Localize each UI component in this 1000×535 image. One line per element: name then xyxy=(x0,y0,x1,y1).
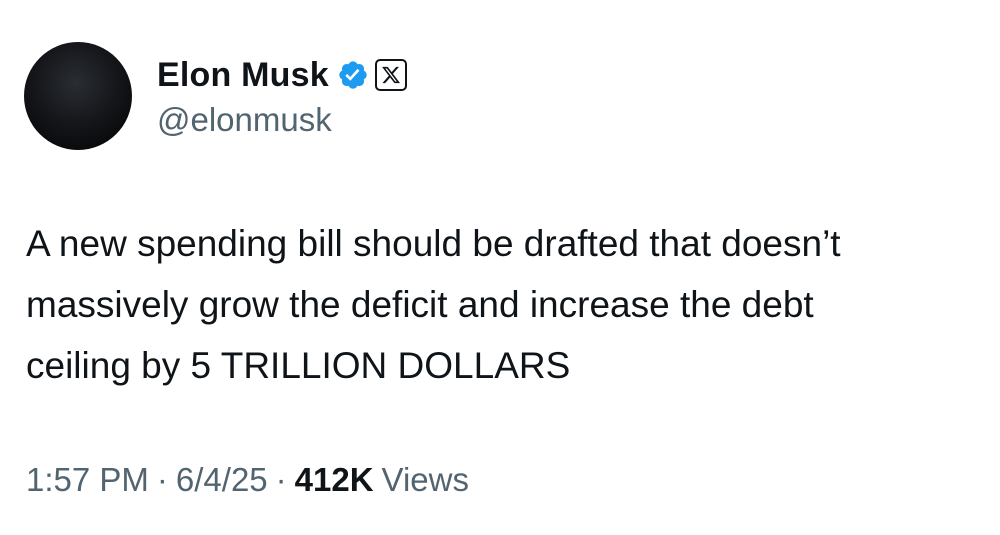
tweet-header: Elon Musk @elonmusk xyxy=(24,42,407,150)
meta-separator: · xyxy=(275,461,287,498)
display-name[interactable]: Elon Musk xyxy=(157,56,329,95)
tweet-text: A new spending bill should be drafted th… xyxy=(26,223,841,386)
views-label[interactable]: Views xyxy=(382,461,469,499)
tweet-meta: 1:57 PM · 6/4/25 · 412K Views xyxy=(26,461,469,499)
x-logo-icon[interactable] xyxy=(374,59,407,91)
user-identity: Elon Musk @elonmusk xyxy=(157,53,407,139)
user-handle[interactable]: @elonmusk xyxy=(157,101,407,139)
verified-badge-icon[interactable] xyxy=(337,59,369,91)
views-count[interactable]: 412K xyxy=(295,461,374,499)
name-row: Elon Musk xyxy=(157,53,407,97)
tweet-date[interactable]: 6/4/25 xyxy=(176,461,268,499)
meta-separator: · xyxy=(156,461,168,498)
tweet-card: Elon Musk @elonmusk A new spending bill … xyxy=(0,0,1000,535)
avatar[interactable] xyxy=(24,42,132,150)
tweet-time[interactable]: 1:57 PM xyxy=(26,461,149,499)
